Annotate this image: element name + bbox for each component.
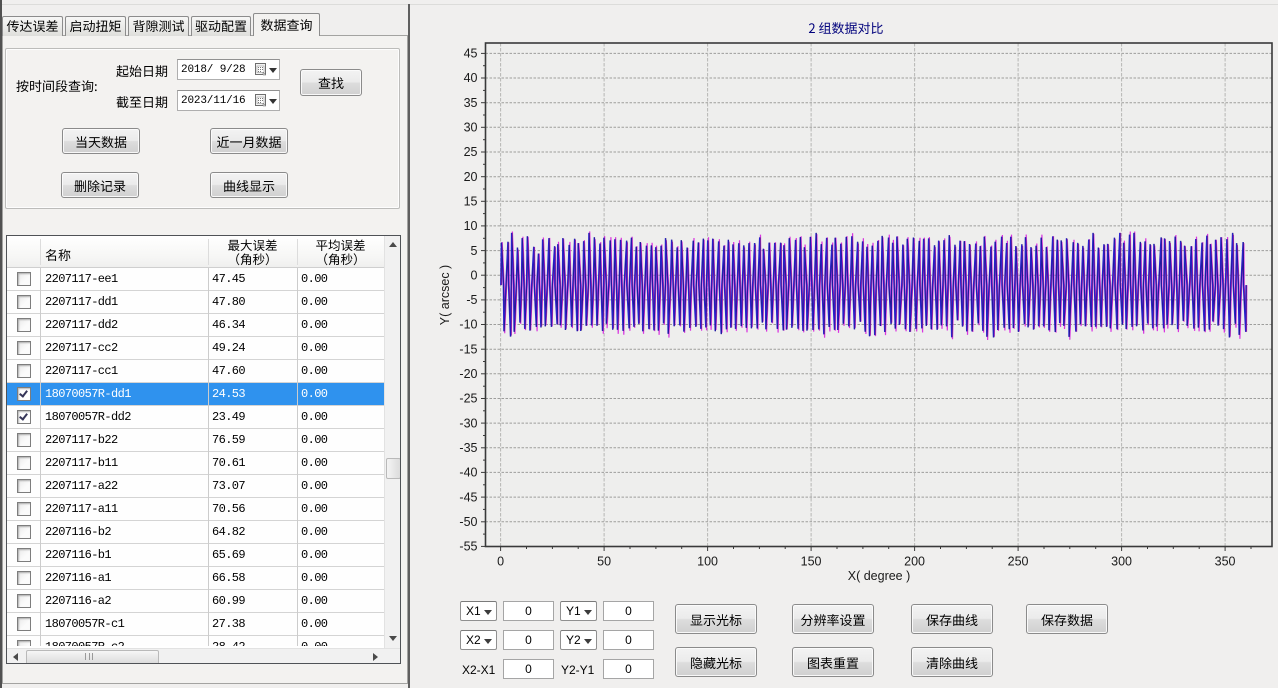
svg-text:0: 0 bbox=[497, 555, 504, 569]
svg-text:-20: -20 bbox=[459, 367, 477, 381]
svg-text:-55: -55 bbox=[459, 540, 477, 554]
svg-text:-30: -30 bbox=[459, 416, 477, 430]
svg-text:200: 200 bbox=[904, 555, 925, 569]
svg-text:250: 250 bbox=[1008, 555, 1029, 569]
svg-text:-50: -50 bbox=[459, 515, 477, 529]
svg-text:100: 100 bbox=[697, 555, 718, 569]
svg-text:-10: -10 bbox=[459, 318, 477, 332]
svg-text:300: 300 bbox=[1111, 555, 1132, 569]
svg-text:150: 150 bbox=[801, 555, 822, 569]
svg-text:20: 20 bbox=[464, 170, 478, 184]
svg-text:-25: -25 bbox=[459, 392, 477, 406]
svg-text:10: 10 bbox=[464, 219, 478, 233]
svg-text:-15: -15 bbox=[459, 342, 477, 356]
svg-text:35: 35 bbox=[464, 96, 478, 110]
svg-text:-5: -5 bbox=[466, 293, 477, 307]
svg-text:-35: -35 bbox=[459, 441, 477, 455]
svg-text:50: 50 bbox=[597, 555, 611, 569]
svg-text:45: 45 bbox=[464, 47, 478, 61]
svg-text:350: 350 bbox=[1215, 555, 1236, 569]
svg-text:0: 0 bbox=[471, 268, 478, 282]
svg-text:25: 25 bbox=[464, 145, 478, 159]
svg-text:-40: -40 bbox=[459, 466, 477, 480]
svg-text:2 组数据对比: 2 组数据对比 bbox=[808, 18, 883, 37]
svg-text:15: 15 bbox=[464, 195, 478, 209]
svg-text:30: 30 bbox=[464, 121, 478, 135]
svg-text:Y( arcsec ): Y( arcsec ) bbox=[438, 265, 452, 325]
svg-text:-45: -45 bbox=[459, 490, 477, 504]
svg-text:5: 5 bbox=[471, 244, 478, 258]
svg-text:X( degree ): X( degree ) bbox=[848, 569, 911, 583]
svg-text:40: 40 bbox=[464, 71, 478, 85]
